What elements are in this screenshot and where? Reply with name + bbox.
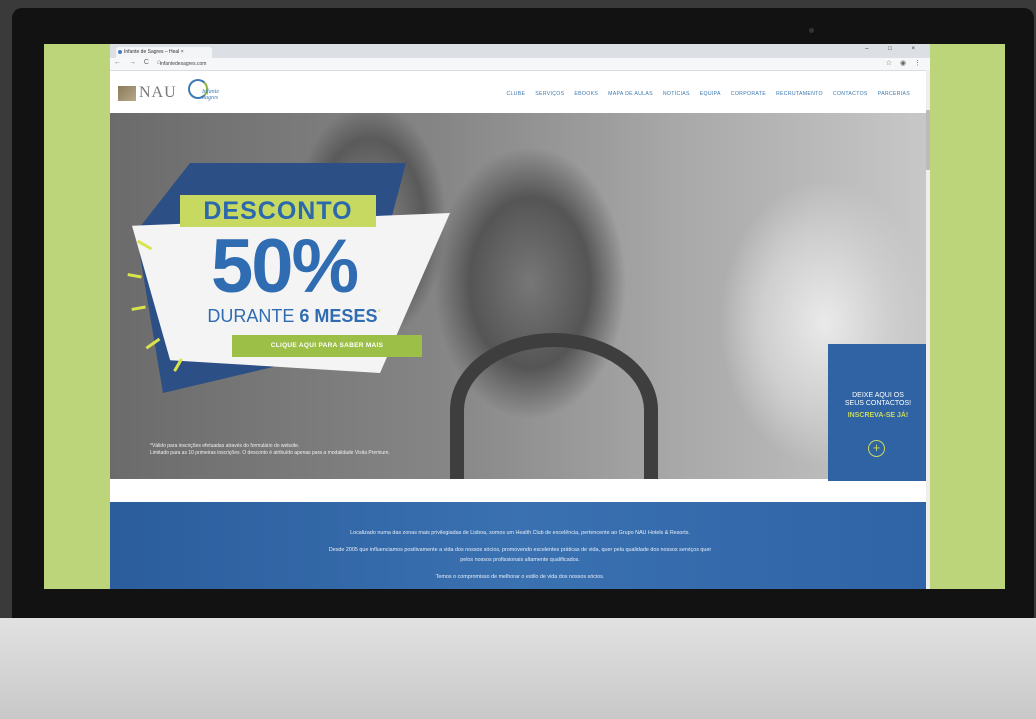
browser-toolbar: ← → C ⌂ infantedesagres.com ☆ ◉ ⋮ [110,58,930,71]
promo-title: DESCONTO [180,195,376,227]
nau-logo-text: NAU [139,84,177,101]
intro-text: pelos nossos profissionais altamente qua… [460,557,580,563]
navigation-buttons[interactable]: ← → C ⌂ [114,59,164,66]
scrollbar-thumb[interactable] [926,110,930,170]
nav-item-servicos[interactable]: SERVIÇOS [535,91,564,97]
nav-item-clube[interactable]: CLUBE [506,91,525,97]
nav-item-contactos[interactable]: CONTACTOS [833,91,868,97]
intro-section: Localizado numa das zonas mais privilegi… [110,502,930,589]
learn-more-button[interactable]: CLIQUE AQUI PARA SABER MAIS [232,335,422,357]
window-controls[interactable]: – □ × [865,46,924,52]
monitor-chin [0,618,1036,719]
address-bar[interactable]: infantedesagres.com [160,60,880,68]
nav-item-noticias[interactable]: NOTÍCIAS [663,91,690,97]
infante-sagres-logo[interactable]: Infante Sagres [188,79,250,109]
tab-strip: Infante de Sagres – Heal × – □ × [110,44,930,58]
intro-text: Desde 2005 que influenciamos positivamen… [328,547,712,553]
contact-box-text: SEUS CONTACTOS! [844,400,912,407]
nau-logo[interactable]: NAU [118,84,177,102]
nav-item-equipa[interactable]: EQUIPA [700,91,721,97]
desktop-background-left [44,44,110,589]
spin-bike-handlebar [450,333,658,479]
promo-percent: 50% [210,224,359,309]
contact-box-text: DEIXE AQUI OS [852,392,904,399]
hero-banner: DESCONTO 50% DURANTE 6 MESES* CLIQUE AQU… [110,113,930,479]
browser-tab[interactable]: Infante de Sagres – Heal × [116,47,212,58]
nav-item-recrutamento[interactable]: RECRUTAMENTO [776,91,823,97]
toolbar-icons[interactable]: ☆ ◉ ⋮ [886,59,924,67]
nau-logo-icon [118,85,136,101]
intro-text: Temos o compromisso de melhorar o estilo… [435,574,605,580]
main-nav: CLUBE SERVIÇOS EBOOKS MAPA DE AULAS NOTÍ… [506,91,910,97]
favicon-icon [118,50,122,54]
nav-item-mapa-de-aulas[interactable]: MAPA DE AULAS [608,91,653,97]
burst-line [127,273,142,279]
intro-text: Localizado numa das zonas mais privilegi… [350,530,690,536]
browser-window: Infante de Sagres – Heal × – □ × ← → C ⌂… [110,44,930,589]
tab-title: Infante de Sagres – Heal × [124,49,184,55]
scrollbar[interactable] [926,70,930,589]
desktop-background-right [930,44,1005,589]
promo-subtitle: DURANTE 6 MESES* [207,306,381,326]
camera-icon [809,28,814,33]
plus-icon[interactable]: + [868,440,885,457]
nav-item-ebooks[interactable]: EBOOKS [574,91,598,97]
site-header: NAU Infante Sagres CLUBE SERVIÇOS EBOOKS… [110,71,930,114]
contact-box-cta: INSCREVA-SE JÁ! [847,412,909,419]
contact-signup-box[interactable]: DEIXE AQUI OS SEUS CONTACTOS! INSCREVA-S… [828,344,928,481]
nav-item-parcerias[interactable]: PARCERIAS [878,91,910,97]
nav-item-corporate[interactable]: CORPORATE [731,91,766,97]
promo-disclaimer: *Válido para inscrições efetuadas atravé… [150,443,390,456]
infante-logo-text: Infante Sagres [202,89,219,101]
burst-line [131,305,146,311]
